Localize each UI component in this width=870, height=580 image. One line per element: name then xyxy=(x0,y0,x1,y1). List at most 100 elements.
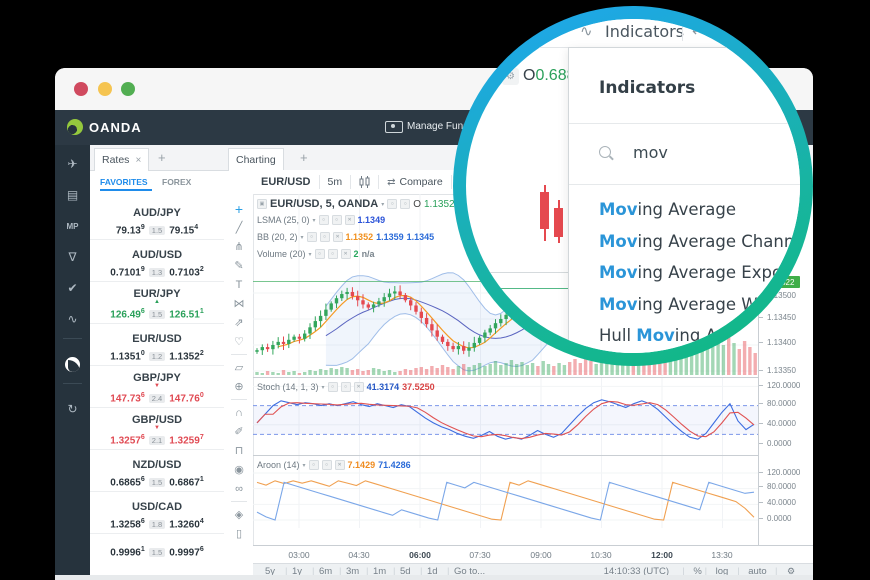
tab-favorites[interactable]: FAVORITES xyxy=(100,177,148,187)
sidebar-item-markets-icon[interactable]: ∿ xyxy=(55,307,90,331)
time-tick: 13:30 xyxy=(711,550,732,560)
sidebar-item-refresh-icon[interactable]: ↻ xyxy=(55,397,90,421)
rate-row[interactable]: AUD/USD0.710191.30.71032 xyxy=(90,240,224,282)
tab-rates-label: Rates xyxy=(102,154,129,166)
rate-row[interactable]: NZD/USD0.686561.50.68671 xyxy=(90,450,224,492)
app-sidebar: ✈ ▤ MP ∇ ✔ ∿ ↻ xyxy=(55,145,90,580)
magnet-icon[interactable]: ∩ xyxy=(225,403,253,422)
interval-button[interactable]: 5m xyxy=(328,176,343,188)
magnifier-overlay: ∿ Indicators ↩ ⚙ O0.688 Indicators mov M xyxy=(453,6,813,366)
tab-forex[interactable]: FOREX xyxy=(162,177,191,187)
crosshair-icon[interactable]: + xyxy=(225,199,253,218)
trend-up-icon: ▲ xyxy=(90,300,224,305)
link-icon[interactable]: ∞ xyxy=(225,479,253,498)
bid-ask-prices[interactable]: 0.710191.30.71032 xyxy=(90,266,224,278)
symbol-button[interactable]: EUR/USD xyxy=(261,176,311,188)
bid-ask-prices[interactable]: 0.999611.50.99976 xyxy=(90,546,224,558)
indicators-wave-icon: ∿ xyxy=(580,22,593,40)
dropdown-title: Indicators xyxy=(599,78,695,98)
gear-icon[interactable]: ⚙ xyxy=(502,68,519,85)
text-tool-icon[interactable]: T xyxy=(225,275,253,294)
forecast-icon[interactable]: ⇗ xyxy=(225,313,253,332)
oanda-logo-icon xyxy=(67,119,83,135)
rates-panel: Rates × + FAVORITES FOREX AUD/JPY79.1391… xyxy=(90,145,226,580)
magnified-pane-border xyxy=(466,272,568,273)
bid-price: 79.139 xyxy=(116,224,145,236)
bid-ask-prices[interactable]: 0.686561.50.68671 xyxy=(90,476,224,488)
zoom-window-icon[interactable] xyxy=(121,82,135,96)
screenshot-stage: OANDA Manage Funds ✈▤MP∇✔∿↻ Rates × + FA… xyxy=(0,0,870,580)
chart-type-icon[interactable] xyxy=(359,176,370,189)
trendline-icon[interactable]: ╱ xyxy=(225,218,253,237)
bid-ask-prices[interactable]: 1.325762.11.32597 xyxy=(90,434,224,446)
bid-price: 147.736 xyxy=(110,392,145,404)
sidebar-item-trade-icon[interactable]: ✈ xyxy=(55,152,90,176)
bid-ask-prices[interactable]: 79.1391.579.154 xyxy=(90,224,224,236)
rate-row[interactable]: EUR/USD 1.135101.21.13522 xyxy=(90,324,224,366)
pattern-icon[interactable]: ⋈ xyxy=(225,294,253,313)
spread-badge: 1.5 xyxy=(149,310,165,319)
rate-row[interactable]: 0.999611.50.99976 xyxy=(90,534,224,576)
pitchfork-icon[interactable]: ⋔ xyxy=(225,237,253,256)
indicators-button[interactable]: Indicators xyxy=(605,22,684,41)
zoom-in-icon[interactable]: ⊕ xyxy=(225,377,253,396)
indicator-result-item[interactable]: Hull Moving Average xyxy=(599,326,773,345)
ask-price: 0.68671 xyxy=(169,476,204,488)
bid-ask-prices[interactable]: 1.325861.81.32604 xyxy=(90,518,224,530)
rates-tabbar: Rates × + xyxy=(90,145,225,171)
minimize-window-icon[interactable] xyxy=(98,82,112,96)
tab-charting[interactable]: Charting xyxy=(228,148,284,171)
rate-row[interactable]: GBP/JPY▼147.7362.4147.760 xyxy=(90,366,224,408)
favorites-underline xyxy=(100,189,152,191)
indicator-result-item[interactable]: Moving Average Exponential xyxy=(599,263,800,282)
oanda-logo-icon xyxy=(65,357,80,372)
axis-label: 1.13350 xyxy=(767,366,796,375)
add-tab-button[interactable]: + xyxy=(158,145,166,170)
bid-ask-prices[interactable]: 126.4961.5126.511 xyxy=(90,308,224,320)
sidebar-item-oanda-logo-icon[interactable] xyxy=(55,352,90,376)
add-chart-tab-button[interactable]: + xyxy=(300,145,308,170)
bid-price: 126.496 xyxy=(110,308,145,320)
compare-button[interactable]: Compare xyxy=(400,176,443,188)
rate-row[interactable]: EUR/JPY▲126.4961.5126.511 xyxy=(90,282,224,324)
sidebar-item-signals-icon[interactable]: ✔ xyxy=(55,276,90,300)
time-axis[interactable]: 03:0004:3006:0007:3009:0010:3012:0013:30 xyxy=(253,546,813,563)
axis-label: 40.0000 xyxy=(767,419,796,428)
rate-row[interactable]: AUD/JPY79.1391.579.154 xyxy=(90,198,224,240)
rate-row[interactable]: GBP/USD▼1.325762.11.32597 xyxy=(90,408,224,450)
bid-ask-prices[interactable]: 1.135101.21.13522 xyxy=(90,350,224,362)
close-icon[interactable]: × xyxy=(135,155,141,166)
time-tick: 09:00 xyxy=(530,550,551,560)
bid-price: 0.68656 xyxy=(110,476,145,488)
indicator-result-item[interactable]: Moving Average Weighted xyxy=(599,295,800,314)
hide-icon[interactable]: ◉ xyxy=(225,460,253,479)
time-tick: 12:00 xyxy=(651,550,673,560)
rate-row[interactable]: USD/CAD1.325861.81.32604 xyxy=(90,492,224,534)
bid-ask-prices[interactable]: 147.7362.4147.760 xyxy=(90,392,224,404)
tab-rates[interactable]: Rates × xyxy=(94,148,149,171)
ask-price: 147.760 xyxy=(169,392,204,404)
sidebar-divider xyxy=(63,338,82,339)
lock-icon[interactable]: ⊓ xyxy=(225,441,253,460)
close-window-icon[interactable] xyxy=(74,82,88,96)
indicator-result-item[interactable]: Moving Average Channel xyxy=(599,232,800,251)
trend-down-icon: ▼ xyxy=(90,384,224,389)
sidebar-item-marketpulse-icon[interactable]: MP xyxy=(55,214,90,238)
ask-price: 1.32597 xyxy=(169,434,204,446)
trash-icon[interactable]: ▯ xyxy=(225,524,253,543)
search-input[interactable]: mov xyxy=(633,143,668,162)
layers-icon[interactable]: ◈ xyxy=(225,505,253,524)
undo-icon[interactable]: ↩ xyxy=(692,22,705,40)
magnified-candle xyxy=(554,208,563,237)
draw-lock-icon[interactable]: ✐ xyxy=(225,422,253,441)
pair-name: EUR/USD xyxy=(90,333,224,345)
ruler-icon[interactable]: ▱ xyxy=(225,358,253,377)
brush-icon[interactable]: ✎ xyxy=(225,256,253,275)
indicator-result-item[interactable]: Moving Average xyxy=(599,200,736,219)
sidebar-item-news-icon[interactable]: ▤ xyxy=(55,183,90,207)
toolbar-divider xyxy=(231,354,247,355)
emoji-icon[interactable]: ♡ xyxy=(225,332,253,351)
sidebar-item-lab-icon[interactable]: ∇ xyxy=(55,245,90,269)
sidebar-divider xyxy=(63,383,82,384)
banknote-icon xyxy=(385,121,403,133)
